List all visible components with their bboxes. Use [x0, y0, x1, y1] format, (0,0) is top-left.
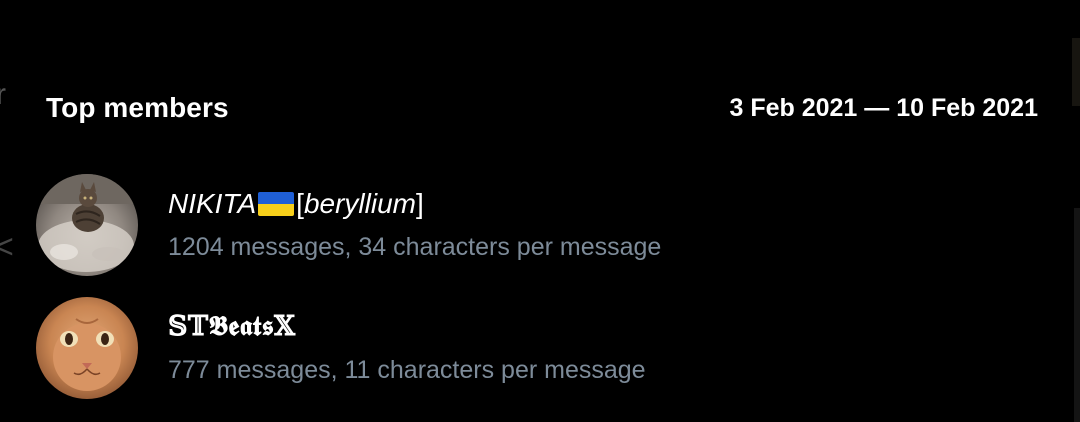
statistics-screen: r < Top members 3 Feb 2021 — 10 Feb 2021: [0, 0, 1080, 422]
edge-fragment-right-strip: [1072, 38, 1080, 106]
tabby-cat-avatar-image: [36, 174, 138, 276]
top-members-header: Top members 3 Feb 2021 — 10 Feb 2021: [46, 88, 1038, 128]
member-stats: 1204 messages, 34 characters per message: [168, 233, 662, 261]
edge-fragment-left-mid: <: [0, 228, 14, 266]
avatar[interactable]: [36, 297, 138, 399]
member-info: 𝕊𝕋𝕭𝖊𝖆𝖙𝖘𝕏 777 messages, 11 characters per…: [168, 309, 646, 387]
orange-cat-avatar-image: [36, 297, 138, 399]
date-range: 3 Feb 2021 — 10 Feb 2021: [729, 93, 1038, 122]
member-name: NIKITA [ beryllium ]: [168, 186, 661, 222]
edge-fragment-right-bar: [1074, 208, 1080, 422]
member-stats: 777 messages, 11 characters per message: [168, 356, 646, 384]
member-name-part: beryllium: [303, 188, 416, 219]
member-info: NIKITA [ beryllium ] 1204 messages, 34 c…: [168, 186, 661, 264]
member-name-bracket-close: ]: [415, 188, 424, 219]
member-name-bracket-open: [: [296, 188, 304, 219]
member-row[interactable]: NIKITA [ beryllium ] 1204 messages, 34 c…: [36, 173, 1040, 277]
ukraine-flag-icon: [258, 192, 295, 216]
member-row[interactable]: 𝕊𝕋𝕭𝖊𝖆𝖙𝖘𝕏 777 messages, 11 characters per…: [36, 296, 1040, 400]
member-name: 𝕊𝕋𝕭𝖊𝖆𝖙𝖘𝕏: [168, 311, 296, 342]
avatar[interactable]: [36, 174, 138, 276]
edge-fragment-left-top: r: [0, 78, 6, 111]
member-name-part: NIKITA: [168, 188, 257, 219]
section-title: Top members: [46, 92, 229, 123]
